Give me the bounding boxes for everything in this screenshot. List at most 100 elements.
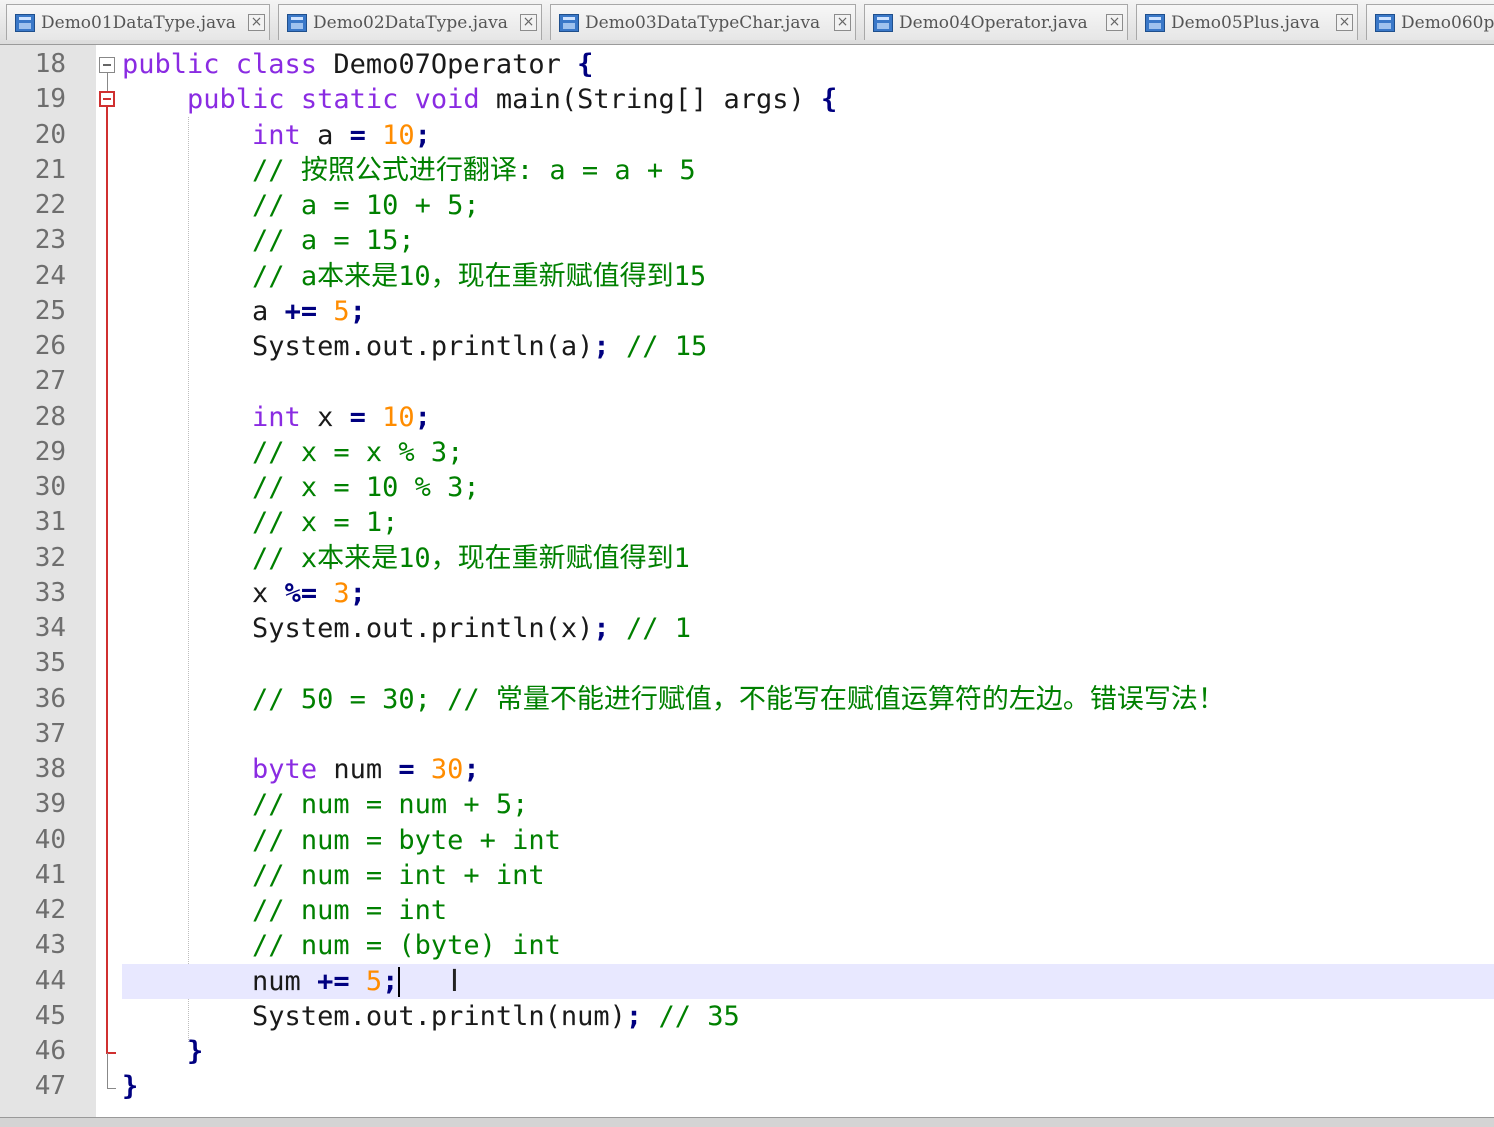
close-icon[interactable]: × [1336, 14, 1353, 31]
code-token: a [122, 295, 285, 327]
code-token: public class [122, 49, 318, 80]
code-token: // num = int + int [252, 859, 545, 891]
code-token: a [300, 119, 350, 151]
code-token: int [252, 119, 301, 151]
code-token: ; [414, 401, 431, 433]
code-line[interactable]: int x = 10; [122, 400, 1494, 435]
line-number: 34 [34, 613, 66, 643]
code-line[interactable]: } [122, 1069, 1494, 1104]
code-line[interactable] [122, 717, 1494, 752]
code-line[interactable]: x %= 3; [122, 576, 1494, 611]
code-line[interactable]: // x = 1; [122, 505, 1494, 540]
code-line[interactable]: int a = 10; [122, 118, 1494, 153]
code-token: System.out.println(num) [122, 1000, 626, 1032]
code-line[interactable]: // num = int + int [122, 858, 1494, 893]
line-number: 28 [34, 401, 66, 432]
line-number: 37 [34, 718, 66, 749]
fold-toggle-method[interactable] [99, 91, 115, 107]
code-line[interactable]: // num = num + 5; [122, 787, 1494, 822]
code-line[interactable]: // a = 15; [122, 223, 1494, 258]
code-line[interactable] [122, 364, 1494, 399]
line-number: 41 [34, 859, 66, 890]
code-token: } [122, 1071, 139, 1103]
line-number: 24 [34, 260, 66, 291]
code-line[interactable]: // num = byte + int [122, 823, 1494, 858]
code-line[interactable]: // num = int [122, 893, 1494, 928]
code-line[interactable]: byte num = 30; [122, 752, 1494, 787]
code-line[interactable]: // 按照公式进行翻译: a = a + 5 [122, 153, 1494, 188]
code-line[interactable]: System.out.println(num); // 35 [122, 999, 1494, 1034]
code-line[interactable]: System.out.println(x); // 1 [122, 611, 1494, 646]
fold-toggle-class[interactable] [99, 57, 115, 73]
code-token: // 1 [625, 613, 691, 644]
code-token: ; [349, 295, 366, 327]
code-line[interactable]: } [122, 1034, 1494, 1069]
code-token: // x = 10 % 3; [252, 472, 480, 503]
code-token: ; [349, 577, 366, 609]
close-icon[interactable]: × [834, 14, 851, 31]
java-file-icon [287, 14, 307, 32]
line-number: 22 [34, 190, 66, 220]
code-line[interactable]: // a = 10 + 5; [122, 188, 1494, 223]
code-line[interactable]: // x本来是10，现在重新赋值得到1 [122, 541, 1494, 576]
tab-3[interactable]: Demo03DataTypeChar.java × [550, 4, 856, 40]
code-token: += [317, 965, 350, 997]
close-icon[interactable]: × [248, 14, 265, 31]
text-cursor-icon: I [450, 964, 459, 999]
code-line[interactable]: System.out.println(a); // 15 [122, 329, 1494, 364]
code-line[interactable]: // x = 10 % 3; [122, 470, 1494, 505]
code-line[interactable]: // a本来是10，现在重新赋值得到15 [122, 259, 1494, 294]
java-file-icon [559, 14, 579, 32]
close-icon[interactable]: × [520, 14, 537, 31]
code-token: // 35 [658, 1000, 740, 1032]
current-code-line[interactable]: num += 5; [122, 963, 1494, 999]
code-token: 30 [430, 754, 464, 785]
code-token: 3 [333, 577, 350, 609]
code-token: 5 [365, 965, 383, 997]
code-line[interactable]: // x = x % 3; [122, 435, 1494, 470]
line-number: 33 [34, 577, 66, 608]
line-number: 23 [34, 225, 66, 256]
code-line[interactable]: public class Demo07Operator { [122, 47, 1494, 82]
tab-6[interactable]: Demo060pe [1366, 4, 1494, 40]
java-file-icon [1375, 14, 1395, 32]
tab-5[interactable]: Demo05Plus.java × [1136, 4, 1358, 40]
code-token: ; [593, 613, 610, 644]
code-token: num [122, 965, 318, 997]
code-line[interactable]: a += 5; [122, 294, 1494, 329]
tab-label: Demo02DataType.java [313, 13, 508, 33]
code-token: System.out.println(x) [122, 613, 594, 644]
code-token: // a = 10 + 5; [252, 190, 480, 221]
code-line[interactable]: // num = (byte) int [122, 928, 1494, 963]
code-token: += [284, 295, 318, 327]
tab-2[interactable]: Demo02DataType.java × [278, 4, 542, 40]
line-number: 26 [34, 331, 66, 361]
close-icon[interactable]: × [1106, 14, 1123, 31]
code-line[interactable]: // 50 = 30; // 常量不能进行赋值，不能写在赋值运算符的左边。错误写… [122, 682, 1494, 717]
code-token: int [252, 401, 301, 433]
line-number: 21 [34, 154, 66, 185]
tab-1[interactable]: Demo01DataType.java × [6, 4, 270, 40]
text-caret [398, 967, 401, 997]
code-token: } [187, 1036, 204, 1067]
line-number: 36 [34, 683, 66, 714]
code-token: // num = byte + int [252, 824, 561, 856]
fold-margin [96, 45, 122, 1117]
line-number: 39 [34, 789, 66, 820]
tab-4[interactable]: Demo04Operator.java × [864, 4, 1128, 40]
line-number: 19 [34, 84, 66, 115]
code-token: // a = 15; [252, 225, 415, 257]
tab-bar: Demo01DataType.java × Demo02DataType.java ×… [0, 0, 1494, 45]
code-line[interactable] [122, 646, 1494, 681]
java-file-icon [1145, 14, 1165, 32]
code-line[interactable]: public static void main(String[] args) { [122, 82, 1494, 117]
